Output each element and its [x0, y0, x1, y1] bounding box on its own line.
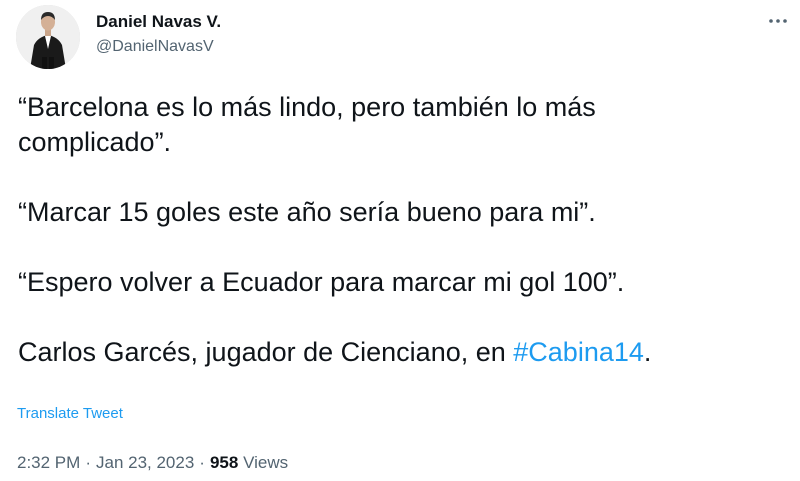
tweet-time[interactable]: 2:32 PM	[17, 453, 80, 472]
meta-separator: ·	[85, 453, 91, 472]
author-info: Daniel Navas V. @DanielNavasV	[96, 12, 221, 57]
tweet-meta: 2:32 PM · Jan 23, 2023 · 958 Views	[17, 453, 288, 473]
tweet-line: “Marcar 15 goles este año sería bueno pa…	[18, 197, 596, 227]
tweet-card: Daniel Navas V. @DanielNavasV “Barcelona…	[0, 0, 800, 481]
translate-tweet-link[interactable]: Translate Tweet	[17, 405, 123, 422]
tweet-line: “Barcelona es lo más lindo, pero también…	[18, 92, 596, 122]
tweet-line-suffix: .	[643, 337, 652, 367]
author-display-name[interactable]: Daniel Navas V.	[96, 12, 221, 32]
views-label: Views	[243, 453, 289, 472]
author-avatar[interactable]	[16, 5, 80, 69]
tweet-line: complicado”.	[18, 127, 172, 157]
more-options-button[interactable]	[764, 10, 792, 38]
views-count: 958	[209, 453, 239, 472]
tweet-line-text: Carlos Garcés, jugador de Cienciano, en	[18, 337, 514, 367]
more-horizontal-icon	[769, 19, 787, 23]
tweet-line: Carlos Garcés, jugador de Cienciano, en …	[18, 335, 788, 370]
tweet-date[interactable]: Jan 23, 2023	[96, 453, 194, 472]
tweet-text: “Barcelona es lo más lindo, pero también…	[18, 90, 788, 370]
meta-separator: ·	[199, 453, 205, 472]
author-handle[interactable]: @DanielNavasV	[96, 37, 221, 57]
tweet-line: “Espero volver a Ecuador para marcar mi …	[18, 267, 625, 297]
hashtag-link[interactable]: #Cabina14	[513, 337, 644, 367]
profile-photo-icon	[16, 5, 80, 69]
